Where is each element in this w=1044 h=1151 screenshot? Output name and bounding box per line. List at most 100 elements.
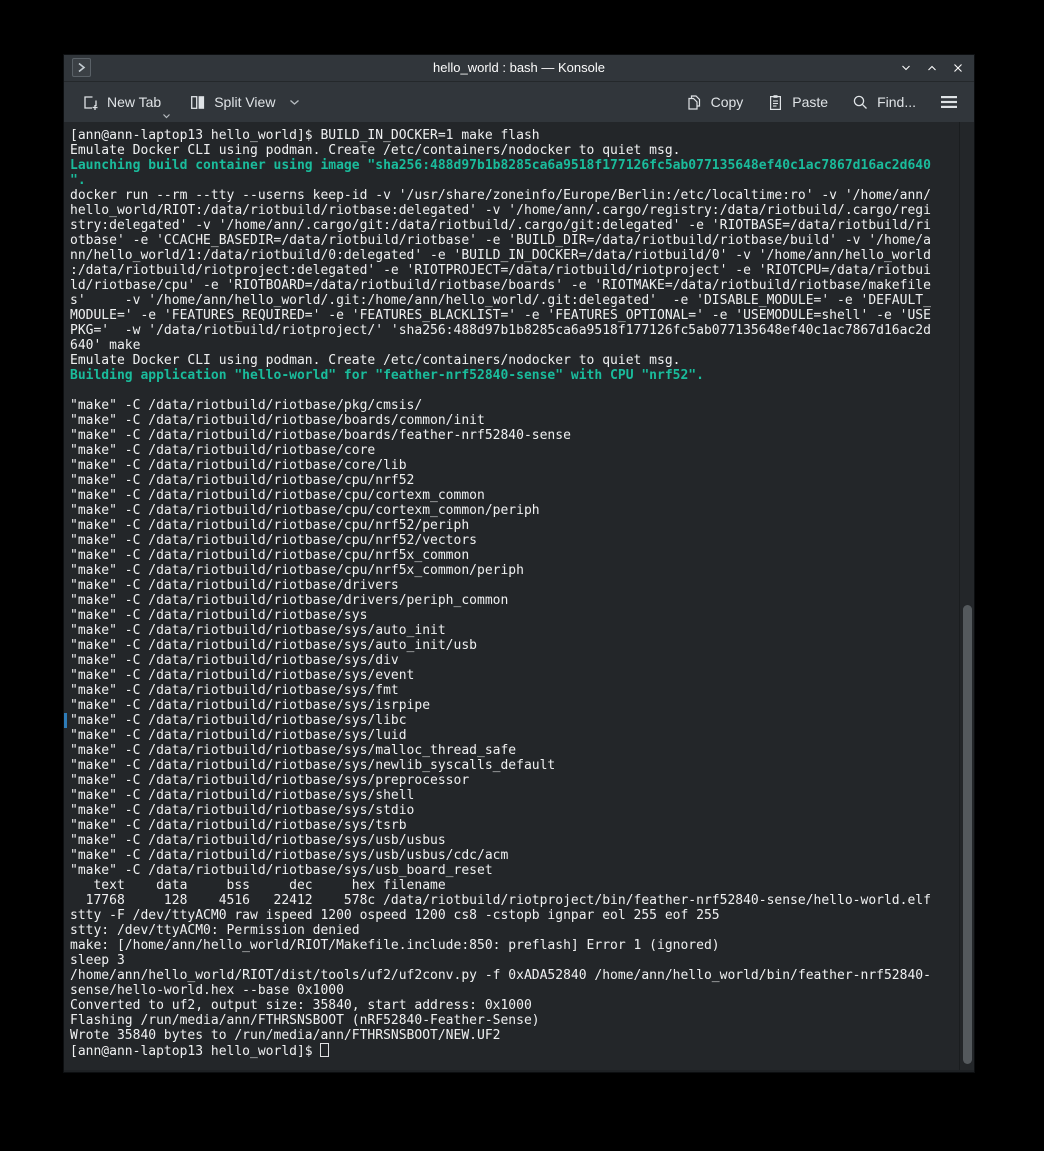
terminal-line: stty -F /dev/ttyACM0 raw ispeed 1200 osp… <box>64 908 958 923</box>
terminal-line: "make" -C /data/riotbuild/riotbase/core <box>64 443 958 458</box>
terminal-line: stty: /dev/ttyACM0: Permission denied <box>64 923 958 938</box>
terminal-line: text data bss dec hex filename <box>64 878 958 893</box>
terminal-line: otbase' -e 'CCACHE_BASEDIR=/data/riotbui… <box>64 233 958 248</box>
terminal-line: "make" -C /data/riotbuild/riotbase/core/… <box>64 458 958 473</box>
titlebar[interactable]: hello_world : bash — Konsole <box>64 55 974 82</box>
maximize-icon <box>926 62 938 74</box>
terminal-line: "make" -C /data/riotbuild/riotbase/sys/s… <box>64 788 958 803</box>
copy-button[interactable]: Copy <box>686 88 744 116</box>
terminal-line: "make" -C /data/riotbuild/riotbase/sys/e… <box>64 668 958 683</box>
toolbar-left-group: New Tab Split View <box>64 88 300 116</box>
terminal-line: nn/hello_world/1:/data/riotbuild/0:deleg… <box>64 248 958 263</box>
terminal-line: "make" -C /data/riotbuild/riotbase/cpu/n… <box>64 473 958 488</box>
terminal-line: ld/riotbase/cpu' -e 'RIOTBOARD=/data/rio… <box>64 278 958 293</box>
terminal-line: Building application "hello-world" for "… <box>64 368 958 383</box>
terminal-line: "make" -C /data/riotbuild/riotbase/sys/n… <box>64 758 958 773</box>
terminal-line: "make" -C /data/riotbuild/riotbase/sys/a… <box>64 623 958 638</box>
terminal-line: Converted to uf2, output size: 35840, st… <box>64 998 958 1013</box>
new-tab-menu-arrow <box>162 113 171 119</box>
terminal-line: /home/ann/hello_world/RIOT/dist/tools/uf… <box>64 968 958 983</box>
chevron-down-icon <box>289 99 300 106</box>
terminal-line: Emulate Docker CLI using podman. Create … <box>64 353 958 368</box>
terminal-line: "make" -C /data/riotbuild/riotbase/sys/d… <box>64 653 958 668</box>
new-tab-label: New Tab <box>107 94 161 110</box>
konsole-window: hello_world : bash — Konsole <box>64 55 974 1072</box>
terminal-line: sense/hello-world.hex --base 0x1000 <box>64 983 958 998</box>
scrollbar-track[interactable] <box>959 122 974 1070</box>
terminal-line: stry:delegated' -v '/home/ann/.cargo/git… <box>64 218 958 233</box>
terminal-line: make: [/home/ann/hello_world/RIOT/Makefi… <box>64 938 958 953</box>
terminal-line: Flashing /run/media/ann/FTHRSNSBOOT (nRF… <box>64 1013 958 1028</box>
terminal-view[interactable]: [ann@ann-laptop13 hello_world]$ BUILD_IN… <box>64 122 974 1070</box>
terminal-output: [ann@ann-laptop13 hello_world]$ BUILD_IN… <box>64 122 958 1070</box>
copy-icon <box>686 94 703 111</box>
terminal-line: "make" -C /data/riotbuild/riotbase/sys/u… <box>64 863 958 878</box>
terminal-line: :/data/riotbuild/riotproject:delegated' … <box>64 263 958 278</box>
terminal-line: Launching build container using image "s… <box>64 158 958 173</box>
menu-button[interactable] <box>940 88 958 116</box>
scrollbar-thumb[interactable] <box>963 605 972 1064</box>
window-title: hello_world : bash — Konsole <box>64 55 974 81</box>
terminal-line: "make" -C /data/riotbuild/riotbase/cpu/n… <box>64 533 958 548</box>
paste-icon <box>767 94 784 111</box>
terminal-line: [ann@ann-laptop13 hello_world]$ BUILD_IN… <box>64 128 958 143</box>
terminal-line: "make" -C /data/riotbuild/riotbase/drive… <box>64 578 958 593</box>
terminal-line: "make" -C /data/riotbuild/riotbase/sys/u… <box>64 848 958 863</box>
terminal-line: "make" -C /data/riotbuild/riotbase/cpu/n… <box>64 518 958 533</box>
paste-label: Paste <box>792 94 828 110</box>
terminal-line: "make" -C /data/riotbuild/riotbase/cpu/n… <box>64 548 958 563</box>
maximize-button[interactable] <box>924 60 940 76</box>
scroll-position-marker <box>64 713 67 728</box>
terminal-line: MODULE=' -e 'FEATURES_REQUIRED=' -e 'FEA… <box>64 308 958 323</box>
terminal-line: "make" -C /data/riotbuild/riotbase/cpu/c… <box>64 503 958 518</box>
copy-label: Copy <box>711 94 744 110</box>
toolbar-right-group: Copy Paste Find... <box>686 88 974 116</box>
terminal-line: 640' make <box>64 338 958 353</box>
terminal-line: "make" -C /data/riotbuild/riotbase/sys <box>64 608 958 623</box>
minimize-icon <box>900 62 912 74</box>
terminal-line: "make" -C /data/riotbuild/riotbase/sys/u… <box>64 833 958 848</box>
terminal-line: PKG=' -w '/data/riotbuild/riotproject/' … <box>64 323 958 338</box>
terminal-line: ". <box>64 173 958 188</box>
terminal-line: "make" -C /data/riotbuild/riotbase/sys/s… <box>64 803 958 818</box>
terminal-cursor <box>320 1043 329 1057</box>
terminal-line <box>64 383 958 398</box>
terminal-line: Emulate Docker CLI using podman. Create … <box>64 143 958 158</box>
toolbar: New Tab Split View <box>64 82 974 122</box>
terminal-line: [ann@ann-laptop13 hello_world]$ <box>64 1043 958 1058</box>
terminal-line: s' -v '/home/ann/hello_world/.git:/home/… <box>64 293 958 308</box>
chevron-down-icon <box>162 113 171 119</box>
terminal-line: 17768 128 4516 22412 578c /data/riotbuil… <box>64 893 958 908</box>
terminal-line: "make" -C /data/riotbuild/riotbase/sys/i… <box>64 698 958 713</box>
paste-button[interactable]: Paste <box>767 88 828 116</box>
terminal-line: "make" -C /data/riotbuild/riotbase/sys/a… <box>64 638 958 653</box>
terminal-line: "make" -C /data/riotbuild/riotbase/sys/t… <box>64 818 958 833</box>
split-view-button[interactable]: Split View <box>189 88 300 116</box>
terminal-line: "make" -C /data/riotbuild/riotbase/pkg/c… <box>64 398 958 413</box>
terminal-line: "make" -C /data/riotbuild/riotbase/sys/f… <box>64 683 958 698</box>
hamburger-menu-icon <box>940 95 958 109</box>
terminal-line: docker run --rm --tty --userns keep-id -… <box>64 188 958 203</box>
window-controls <box>898 55 966 81</box>
new-tab-button[interactable]: New Tab <box>82 88 161 116</box>
terminal-line: hello_world/RIOT:/data/riotbuild/riotbas… <box>64 203 958 218</box>
split-view-label: Split View <box>214 94 275 110</box>
terminal-line: "make" -C /data/riotbuild/riotbase/sys/l… <box>64 713 958 728</box>
terminal-line: "make" -C /data/riotbuild/riotbase/cpu/n… <box>64 563 958 578</box>
close-icon <box>952 62 964 74</box>
terminal-line: "make" -C /data/riotbuild/riotbase/sys/m… <box>64 743 958 758</box>
terminal-line: "make" -C /data/riotbuild/riotbase/cpu/c… <box>64 488 958 503</box>
terminal-line: "make" -C /data/riotbuild/riotbase/sys/p… <box>64 773 958 788</box>
terminal-line: "make" -C /data/riotbuild/riotbase/board… <box>64 413 958 428</box>
terminal-line: "make" -C /data/riotbuild/riotbase/board… <box>64 428 958 443</box>
find-button[interactable]: Find... <box>852 88 916 116</box>
terminal-line: sleep 3 <box>64 953 958 968</box>
minimize-button[interactable] <box>898 60 914 76</box>
terminal-line: "make" -C /data/riotbuild/riotbase/sys/l… <box>64 728 958 743</box>
find-label: Find... <box>877 94 916 110</box>
terminal-line: Wrote 35840 bytes to /run/media/ann/FTHR… <box>64 1028 958 1043</box>
terminal-line: "make" -C /data/riotbuild/riotbase/drive… <box>64 593 958 608</box>
close-button[interactable] <box>950 60 966 76</box>
new-tab-icon <box>82 94 99 111</box>
split-view-icon <box>189 94 206 111</box>
